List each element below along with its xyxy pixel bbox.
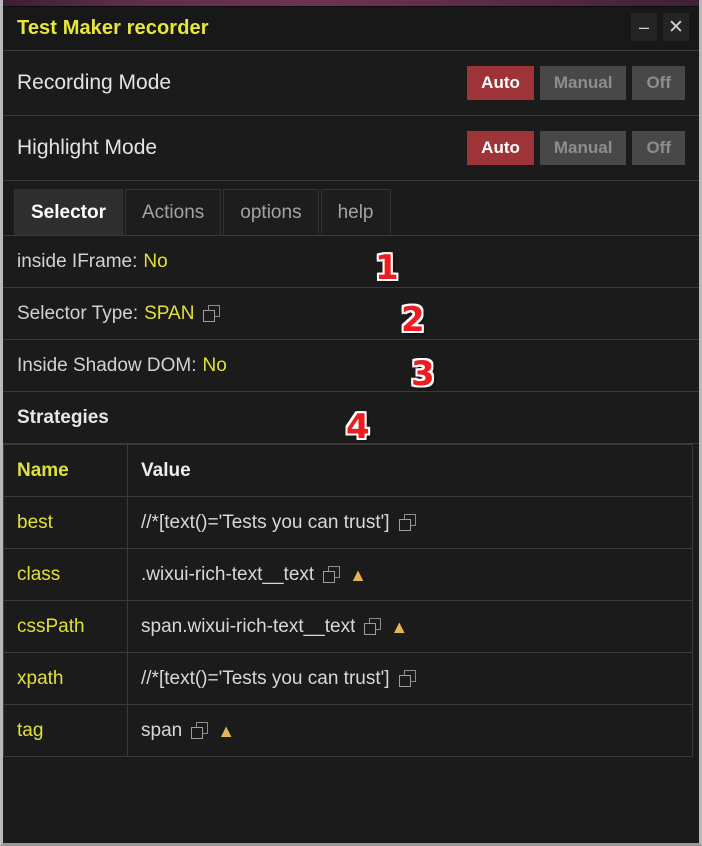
inside-shadow-dom-label: Inside Shadow DOM:	[17, 354, 197, 376]
strategy-value-label: .wixui-rich-text__text	[141, 563, 315, 585]
strategy-name-cell: xpath	[3, 652, 128, 705]
strategy-name-cell: cssPath	[3, 600, 128, 653]
warning-icon: ▲	[349, 564, 367, 585]
copy-icon[interactable]	[398, 670, 416, 687]
strategy-value-label: span	[141, 719, 183, 741]
strategy-value-cell: //*[text()='Tests you can trust']	[127, 496, 693, 549]
copy-icon[interactable]	[398, 514, 416, 531]
strategy-name-label: tag	[17, 719, 44, 741]
recording-mode-off-button[interactable]: Off	[632, 66, 685, 100]
tab-options[interactable]: options	[223, 189, 319, 235]
recorder-window: Test Maker recorder – ✕ Recording Mode A…	[0, 0, 702, 846]
table-row[interactable]: xpath //*[text()='Tests you can trust']	[3, 652, 693, 705]
window-title: Test Maker recorder	[17, 17, 209, 39]
copy-icon[interactable]	[191, 722, 209, 739]
tab-selector[interactable]: Selector	[14, 189, 123, 235]
strategy-name-label: xpath	[17, 667, 64, 689]
copy-icon[interactable]	[323, 566, 341, 583]
inside-iframe-value: No	[143, 250, 168, 272]
copy-icon[interactable]	[364, 618, 382, 635]
strategy-name-label: class	[17, 563, 61, 585]
strategies-title: Strategies	[17, 406, 109, 428]
strategy-value-cell: .wixui-rich-text__text ▲	[127, 548, 693, 601]
selector-type-row: Selector Type: SPAN	[3, 288, 699, 340]
inside-shadow-dom-value: No	[202, 354, 227, 376]
column-header-name: Name	[3, 444, 128, 497]
strategy-name-cell: class	[3, 548, 128, 601]
highlight-mode-row: Highlight Mode Auto Manual Off	[3, 116, 699, 181]
recording-mode-auto-button[interactable]: Auto	[467, 66, 534, 100]
strategy-name-cell: tag	[3, 704, 128, 757]
strategy-name-label: cssPath	[17, 615, 85, 637]
strategy-value-cell: //*[text()='Tests you can trust']	[127, 652, 693, 705]
tab-help[interactable]: help	[320, 189, 391, 235]
selector-type-label: Selector Type:	[17, 302, 139, 324]
strategies-section-header: Strategies	[3, 392, 699, 444]
table-header-row: Name Value	[3, 444, 693, 497]
warning-icon: ▲	[390, 616, 409, 637]
warning-icon: ▲	[217, 720, 236, 741]
window-controls: – ✕	[631, 13, 689, 41]
highlight-mode-auto-button[interactable]: Auto	[467, 131, 534, 165]
titlebar[interactable]: Test Maker recorder – ✕	[3, 7, 699, 51]
column-header-name-label: Name	[17, 459, 69, 481]
highlight-mode-manual-button[interactable]: Manual	[539, 131, 627, 165]
table-row[interactable]: tag span ▲	[3, 704, 693, 757]
highlight-mode-off-button[interactable]: Off	[632, 131, 685, 165]
strategy-value-cell: span.wixui-rich-text__text ▲	[127, 600, 693, 653]
recording-mode-row: Recording Mode Auto Manual Off	[3, 51, 699, 116]
recording-mode-manual-button[interactable]: Manual	[539, 66, 627, 100]
copy-icon[interactable]	[203, 305, 221, 322]
strategy-name-cell: best	[3, 496, 128, 549]
table-row[interactable]: class .wixui-rich-text__text ▲	[3, 548, 693, 601]
highlight-mode-buttons: Auto Manual Off	[467, 131, 685, 165]
close-icon[interactable]: ✕	[663, 13, 689, 41]
tab-actions[interactable]: Actions	[124, 189, 222, 235]
strategy-value-label: //*[text()='Tests you can trust']	[141, 667, 390, 689]
column-header-value-label: Value	[141, 459, 191, 481]
tab-bar: Selector Actions options help	[3, 181, 699, 236]
table-row[interactable]: cssPath span.wixui-rich-text__text ▲	[3, 600, 693, 653]
strategy-name-label: best	[17, 511, 53, 533]
strategy-value-cell: span ▲	[127, 704, 693, 757]
column-header-value: Value	[127, 444, 693, 497]
strategies-table: Name Value best //*[text()='Tests you ca…	[3, 444, 693, 757]
highlight-mode-label: Highlight Mode	[17, 136, 158, 159]
inside-shadow-dom-row: Inside Shadow DOM: No	[3, 340, 699, 392]
recording-mode-buttons: Auto Manual Off	[467, 66, 685, 100]
table-row[interactable]: best //*[text()='Tests you can trust']	[3, 496, 693, 549]
strategy-value-label: span.wixui-rich-text__text	[141, 615, 356, 637]
minimize-icon[interactable]: –	[631, 13, 657, 41]
recording-mode-label: Recording Mode	[17, 71, 172, 94]
inside-iframe-label: inside IFrame:	[17, 250, 138, 272]
selector-type-value: SPAN	[144, 302, 195, 324]
recorder-panel: Test Maker recorder – ✕ Recording Mode A…	[3, 6, 699, 843]
strategy-value-label: //*[text()='Tests you can trust']	[141, 511, 390, 533]
inside-iframe-row: inside IFrame: No	[3, 236, 699, 288]
